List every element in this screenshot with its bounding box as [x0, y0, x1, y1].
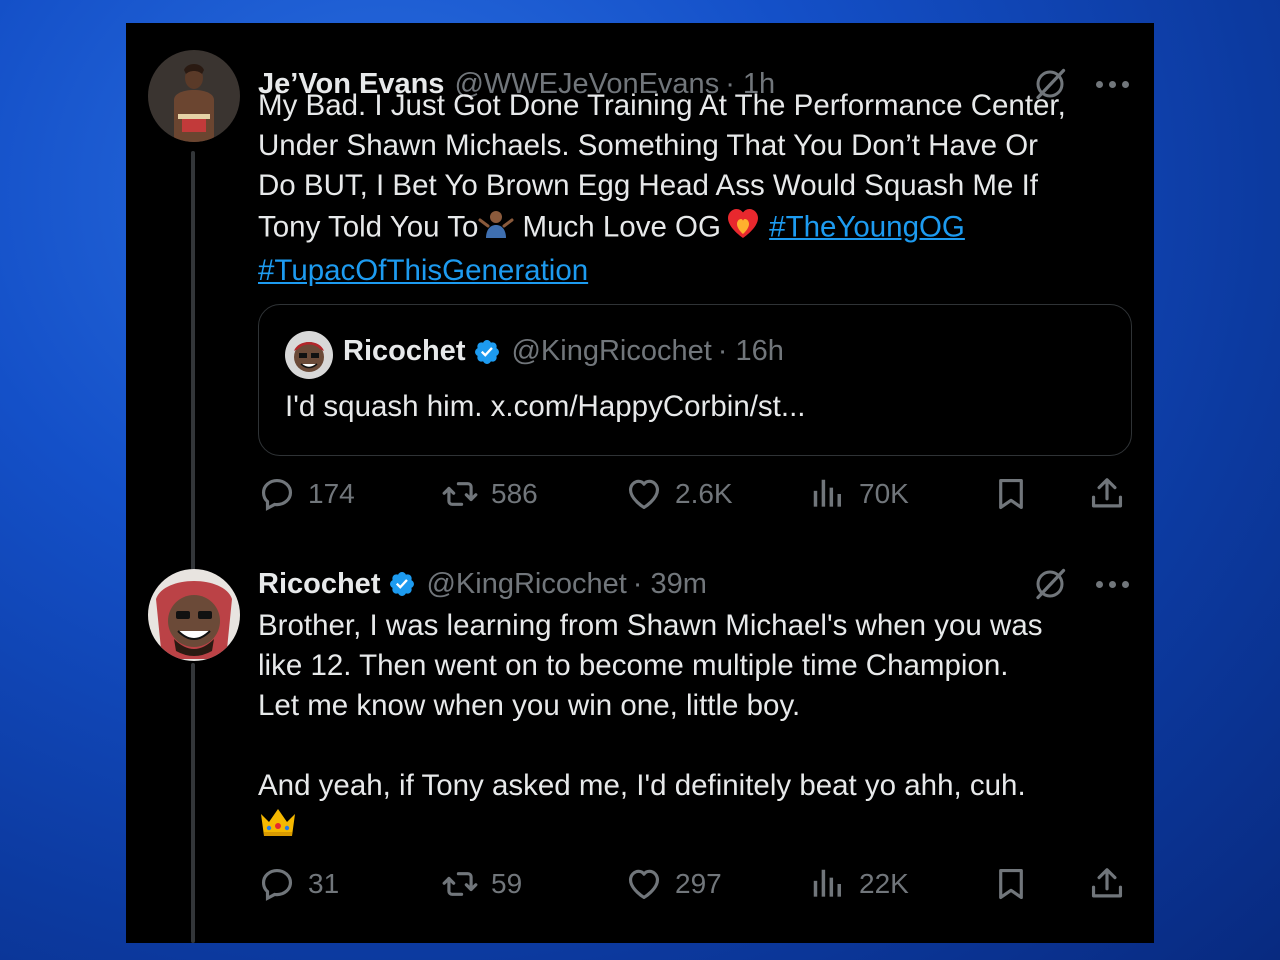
- reply-count: 174: [308, 478, 355, 509]
- quoted-tweet-time: · 16h: [717, 335, 784, 367]
- quoted-tweet-card[interactable]: Ricochet @KingRicochet · 16h I'd squash …: [258, 304, 1132, 456]
- repost-icon: [441, 865, 479, 903]
- views-button[interactable]: 22K: [809, 865, 909, 903]
- reply-button[interactable]: 31: [258, 865, 339, 903]
- share-button[interactable]: [1088, 475, 1126, 513]
- like-count: 2.6K: [675, 478, 733, 509]
- repost-count: 59: [491, 868, 523, 899]
- views-count: 22K: [859, 868, 909, 899]
- quoted-avatar[interactable]: [285, 331, 333, 379]
- share-button[interactable]: [1088, 865, 1126, 903]
- views-button[interactable]: 70K: [809, 475, 909, 513]
- bookmark-button[interactable]: [992, 865, 1030, 903]
- like-icon: [625, 475, 663, 513]
- share-icon: [1088, 865, 1126, 903]
- like-icon: [625, 865, 663, 903]
- verified-badge-icon: [388, 570, 416, 598]
- quoted-author-name[interactable]: Ricochet: [343, 335, 465, 368]
- tweet-thread-panel: Je’Von Evans @WWEJeVonEvans · 1h My Bad.…: [126, 23, 1154, 943]
- reply-count: 31: [308, 868, 340, 899]
- views-icon: [809, 475, 847, 513]
- share-icon: [1088, 475, 1126, 513]
- grok-icon[interactable]: [1032, 566, 1068, 602]
- tweet-body: Brother, I was learning from Shawn Micha…: [258, 606, 1130, 849]
- tweet-text: Brother, I was learning from Shawn Micha…: [258, 609, 1043, 802]
- tweet-body: My Bad. I Just Got Done Training At The …: [258, 86, 1130, 291]
- thread-connector: [191, 663, 195, 943]
- reply-button[interactable]: 174: [258, 475, 355, 513]
- author-handle[interactable]: @KingRicochet: [426, 568, 626, 601]
- crown-emoji: [258, 806, 298, 849]
- bookmark-icon: [992, 475, 1030, 513]
- tweet-actions: 31 59 297 22K: [258, 863, 1138, 907]
- shrug-emoji: [478, 208, 514, 249]
- like-button[interactable]: 2.6K: [625, 475, 733, 513]
- repost-icon: [441, 475, 479, 513]
- avatar[interactable]: [148, 569, 240, 661]
- views-count: 70K: [859, 478, 909, 509]
- verified-badge-icon: [473, 338, 501, 366]
- bookmark-icon: [992, 865, 1030, 903]
- like-count: 297: [675, 868, 722, 899]
- author-name[interactable]: Ricochet: [258, 568, 380, 601]
- thread-connector: [191, 151, 195, 583]
- quoted-tweet-text: I'd squash him. x.com/HappyCorbin/st...: [285, 390, 806, 423]
- hashtag-link[interactable]: #TheYoungOG: [769, 210, 965, 243]
- views-icon: [809, 865, 847, 903]
- tweet-header-actions: [1032, 564, 1134, 604]
- avatar[interactable]: [148, 50, 240, 142]
- repost-button[interactable]: 586: [441, 475, 538, 513]
- reply-icon: [258, 865, 296, 903]
- quoted-author-handle[interactable]: @KingRicochet: [511, 335, 711, 368]
- heart-on-fire-emoji: [725, 206, 761, 251]
- tweet-text-continued: Much Love OG: [514, 210, 721, 244]
- tweet-time[interactable]: · 39m: [633, 568, 707, 601]
- repost-count: 586: [491, 478, 538, 509]
- bookmark-button[interactable]: [992, 475, 1030, 513]
- reply-icon: [258, 475, 296, 513]
- hashtag-link[interactable]: #TupacOfThisGeneration: [258, 254, 588, 287]
- more-icon[interactable]: [1096, 579, 1134, 589]
- quoted-tweet-header: Ricochet @KingRicochet · 16h: [343, 335, 784, 368]
- like-button[interactable]: 297: [625, 865, 722, 903]
- tweet-header: Ricochet @KingRicochet · 39m: [258, 564, 707, 604]
- repost-button[interactable]: 59: [441, 865, 522, 903]
- tweet-actions: 174 586 2.6K 70K: [258, 473, 1138, 517]
